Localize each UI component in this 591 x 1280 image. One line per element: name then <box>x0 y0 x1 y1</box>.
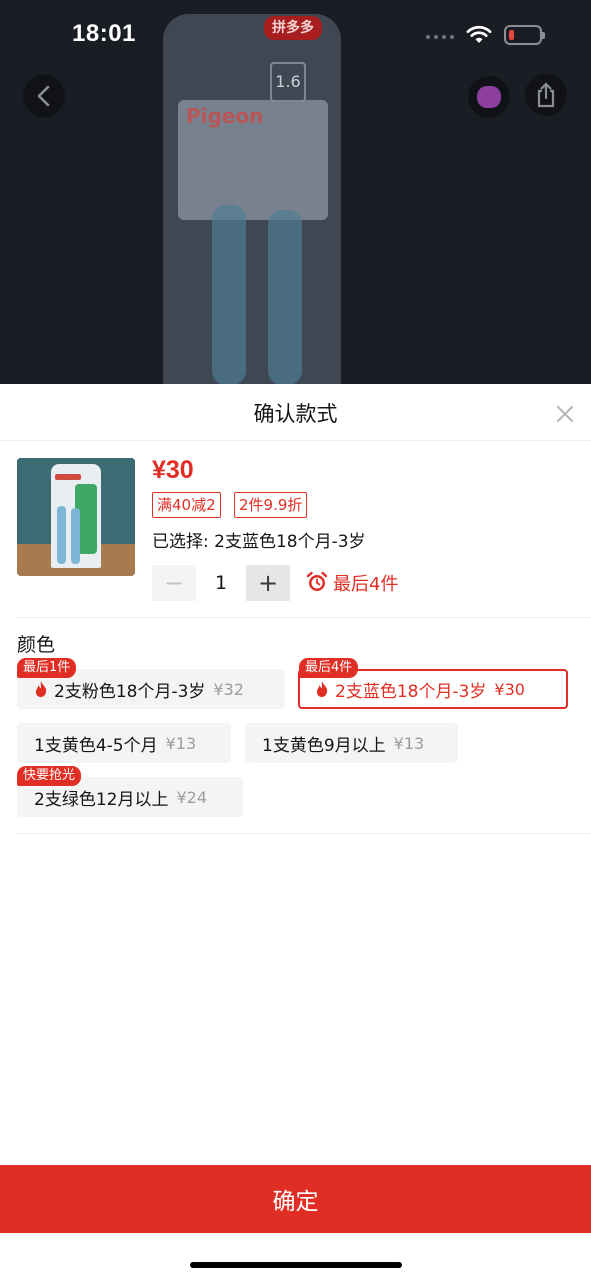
variant-stock-tag: 最后1件 <box>17 658 77 678</box>
variant-price: ¥32 <box>213 679 244 699</box>
divider <box>17 617 591 618</box>
color-section-label: 颜色 <box>17 634 56 656</box>
variant-label: 2支蓝色18个月-3岁 <box>335 681 487 702</box>
toothbrush-shape <box>268 210 302 384</box>
confirm-button[interactable]: 确定 <box>0 1165 591 1233</box>
home-indicator[interactable] <box>190 1262 402 1268</box>
fire-icon <box>317 681 328 697</box>
alarm-icon <box>306 571 328 591</box>
close-icon[interactable] <box>553 402 577 426</box>
toothbrush-shape <box>212 205 246 384</box>
product-thumbnail[interactable] <box>17 458 135 576</box>
quantity-increase-button[interactable]: + <box>246 565 290 601</box>
pdd-badge: 拼多多 <box>264 16 322 40</box>
size-label: 1.6 <box>270 62 306 102</box>
wifi-icon <box>466 25 492 43</box>
quantity-decrease-button[interactable]: − <box>152 565 196 601</box>
mini-program-button[interactable] <box>468 76 510 118</box>
variant-option[interactable]: 1支黄色4-5个月 ¥13 <box>17 723 231 763</box>
variant-price: ¥30 <box>494 679 525 699</box>
promo-tag: 2件9.9折 <box>234 492 308 518</box>
variant-price: ¥13 <box>393 733 425 753</box>
variant-label: 1支黄色4-5个月 <box>34 735 158 756</box>
variant-stock-tag: 最后4件 <box>299 658 359 678</box>
battery-icon <box>504 25 545 45</box>
sheet-title: 确认款式 <box>253 402 338 426</box>
share-icon <box>537 82 555 108</box>
variant-label: 1支黄色9月以上 <box>262 735 386 756</box>
back-icon <box>37 85 50 107</box>
price: ¥30 <box>152 456 194 484</box>
variant-price: ¥24 <box>176 787 207 807</box>
mini-program-icon <box>477 86 501 108</box>
back-button[interactable] <box>23 75 65 117</box>
variant-stock-tag: 快要抢光 <box>17 766 82 786</box>
variant-label: 2支绿色12月以上 <box>34 789 169 810</box>
divider <box>0 440 591 441</box>
share-button[interactable] <box>525 74 567 116</box>
status-time: 18:01 <box>72 20 136 47</box>
divider <box>17 833 591 834</box>
fire-icon <box>36 681 47 697</box>
brand-logo: Pigeon <box>186 104 264 128</box>
sku-selector-sheet: 确认款式 ¥30 满40减2 2件9.9折 已选择: 2支蓝色18个月-3岁 −… <box>0 384 591 1280</box>
quantity-value[interactable]: 1 <box>196 565 246 601</box>
variant-price: ¥13 <box>165 733 197 753</box>
promo-tag: 满40减2 <box>152 492 221 518</box>
product-image-backdrop: Pigeon 拼多多 1.6 <box>0 0 591 384</box>
stock-hint: 最后4件 <box>333 574 399 595</box>
variant-option[interactable]: 1支黄色9月以上 ¥13 <box>245 723 458 763</box>
variant-label: 2支粉色18个月-3岁 <box>54 681 206 702</box>
signal-dots-icon <box>426 35 454 39</box>
selected-variant-text: 已选择: 2支蓝色18个月-3岁 <box>152 532 366 552</box>
